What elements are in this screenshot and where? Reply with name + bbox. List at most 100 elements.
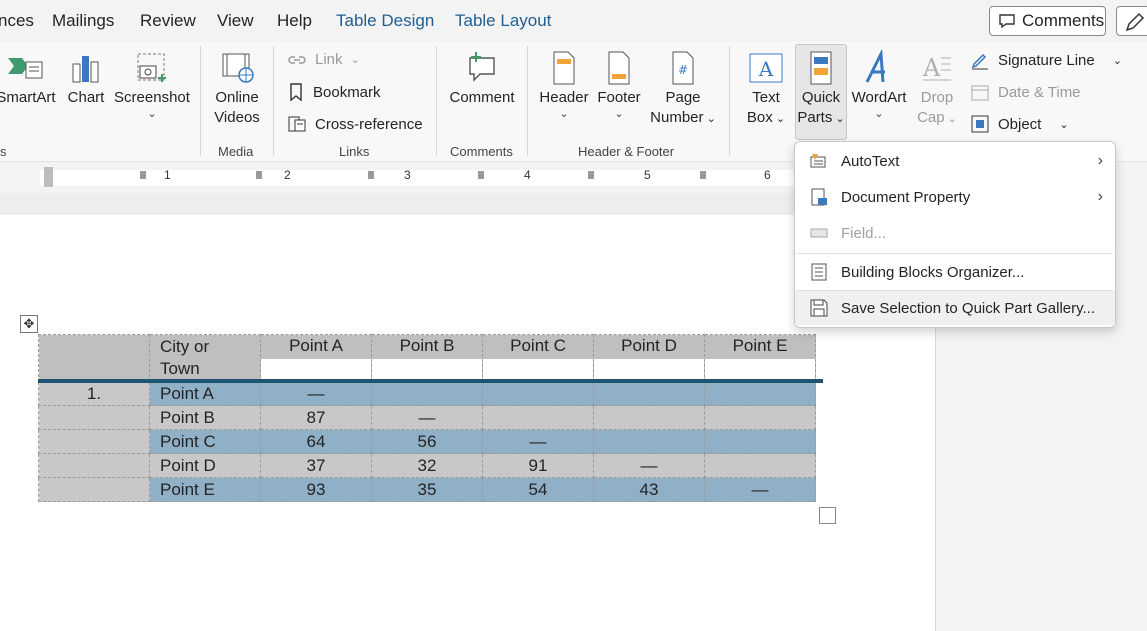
chevron-down-icon: ⌄ — [614, 108, 624, 120]
table-cell[interactable] — [38, 429, 150, 454]
table-cell[interactable]: Point D — [149, 453, 261, 478]
chevron-down-icon: ⌄ — [147, 108, 157, 120]
menu-item-autotext[interactable]: AutoText › — [795, 144, 1115, 178]
menu-item-document-property[interactable]: Document Property › — [795, 180, 1115, 214]
ribbon-tabs: nces Mailings Review View Help Table Des… — [0, 0, 1147, 42]
table-move-handle[interactable]: ✥ — [20, 315, 38, 333]
tab-table-layout[interactable]: Table Layout — [455, 11, 551, 31]
tab-review[interactable]: Review — [140, 11, 196, 31]
date-time-button[interactable]: Date & Time — [970, 82, 1081, 102]
comment-icon — [999, 14, 1015, 29]
quick-parts-button[interactable]: Quick Parts ⌄ — [795, 50, 847, 129]
table-header-cell[interactable]: Point B — [371, 334, 483, 382]
footer-button[interactable]: Footer ⌄ — [594, 50, 644, 120]
cross-reference-button[interactable]: Cross-reference — [287, 114, 423, 134]
table-cell[interactable] — [38, 477, 150, 502]
table-cell[interactable]: 64 — [260, 429, 372, 454]
header-button[interactable]: Header ⌄ — [536, 50, 592, 120]
table-cell[interactable]: — — [593, 453, 705, 478]
table-cell[interactable]: — — [704, 477, 816, 502]
table-cell[interactable]: 54 — [482, 477, 594, 502]
table-cell[interactable]: Point A — [149, 381, 261, 406]
pen-icon — [1125, 12, 1145, 32]
chevron-down-icon: ⌄ — [703, 113, 716, 125]
new-comment-button[interactable]: Comment — [446, 50, 518, 108]
table-cell[interactable]: Point E — [149, 477, 261, 502]
comments-button[interactable]: Comments — [989, 6, 1106, 36]
text-box-button[interactable]: A Text Box ⌄ — [740, 50, 792, 129]
table-cell[interactable] — [482, 405, 594, 430]
table-header-cell[interactable]: Point A — [260, 334, 372, 382]
new-comment-icon — [469, 52, 495, 82]
page-number-icon: # — [672, 51, 694, 85]
table-cell[interactable]: Point B — [149, 405, 261, 430]
table-cell[interactable] — [38, 334, 150, 382]
tab-view[interactable]: View — [217, 11, 254, 31]
editing-button[interactable] — [1116, 6, 1147, 36]
drop-cap-button[interactable]: A Drop Cap ⌄ — [912, 50, 962, 129]
chevron-down-icon: ⌄ — [772, 113, 786, 125]
group-label-links: Links — [339, 144, 370, 159]
link-button[interactable]: Link ⌄ — [287, 51, 360, 68]
online-videos-button[interactable]: Online Videos — [208, 50, 266, 128]
table-cell[interactable] — [371, 381, 483, 406]
table-cell[interactable] — [704, 381, 816, 406]
table-cell[interactable]: 91 — [482, 453, 594, 478]
table-cell[interactable]: 93 — [260, 477, 372, 502]
save-icon — [810, 299, 828, 317]
table-resize-handle[interactable] — [819, 507, 836, 524]
screenshot-button[interactable]: Screenshot ⌄ — [114, 50, 190, 120]
chevron-down-icon: ⌄ — [944, 113, 957, 125]
table-row: Point B 87 — — [38, 405, 816, 430]
table-cell[interactable]: Point C — [149, 429, 261, 454]
tab-references[interactable]: nces — [0, 11, 34, 31]
bookmark-button[interactable]: Bookmark — [287, 82, 381, 102]
chart-icon — [72, 56, 99, 83]
table-header-cell[interactable]: Point C — [482, 334, 594, 382]
svg-text:#: # — [678, 63, 688, 77]
object-icon — [971, 115, 989, 133]
table-cell[interactable] — [704, 429, 816, 454]
chart-button[interactable]: Chart — [64, 50, 108, 108]
table-cell[interactable]: — — [371, 405, 483, 430]
chevron-down-icon: ⌄ — [1059, 118, 1069, 131]
table-cell[interactable]: 1. — [38, 381, 150, 406]
table-header-rule — [38, 379, 823, 383]
signature-line-button[interactable]: Signature Line ⌄ — [970, 50, 1122, 70]
table-cell[interactable]: — — [482, 429, 594, 454]
menu-item-building-blocks-organizer[interactable]: Building Blocks Organizer... — [795, 255, 1115, 289]
menu-item-save-selection[interactable]: Save Selection to Quick Part Gallery... — [795, 291, 1115, 325]
table-header-cell[interactable]: City or Town — [149, 334, 261, 382]
wordart-button[interactable]: WordArt ⌄ — [848, 50, 910, 120]
smartart-button[interactable]: SmartArt — [0, 50, 58, 108]
table-row: Point D 37 32 91 — — [38, 453, 816, 478]
field-icon — [810, 228, 828, 238]
table-cell[interactable] — [593, 429, 705, 454]
page-number-button[interactable]: # Page Number ⌄ — [646, 50, 720, 129]
table-cell[interactable]: 32 — [371, 453, 483, 478]
menu-item-field[interactable]: Field... — [795, 216, 1115, 250]
table-cell[interactable]: 35 — [371, 477, 483, 502]
table-cell[interactable] — [482, 381, 594, 406]
table-cell[interactable]: — — [260, 381, 372, 406]
table-cell[interactable]: 87 — [260, 405, 372, 430]
svg-text:A: A — [758, 57, 774, 81]
table-header-cell[interactable]: Point D — [593, 334, 705, 382]
tab-table-design[interactable]: Table Design — [336, 11, 434, 31]
text-box-icon: A — [749, 53, 783, 83]
table-cell[interactable] — [593, 405, 705, 430]
object-button[interactable]: Object ⌄ — [970, 114, 1069, 134]
tab-help[interactable]: Help — [277, 11, 312, 31]
table-cell[interactable] — [38, 405, 150, 430]
table-cell[interactable] — [38, 453, 150, 478]
tab-mailings[interactable]: Mailings — [52, 11, 114, 31]
table-cell[interactable]: 43 — [593, 477, 705, 502]
table-header-cell[interactable]: Point E — [704, 334, 816, 382]
table-cell[interactable] — [593, 381, 705, 406]
table-cell[interactable] — [704, 405, 816, 430]
autotext-icon — [810, 154, 826, 168]
table-cell[interactable]: 37 — [260, 453, 372, 478]
table-cell[interactable]: 56 — [371, 429, 483, 454]
distance-table[interactable]: City or Town Point A Point B Point C Poi… — [38, 334, 816, 502]
table-cell[interactable] — [704, 453, 816, 478]
